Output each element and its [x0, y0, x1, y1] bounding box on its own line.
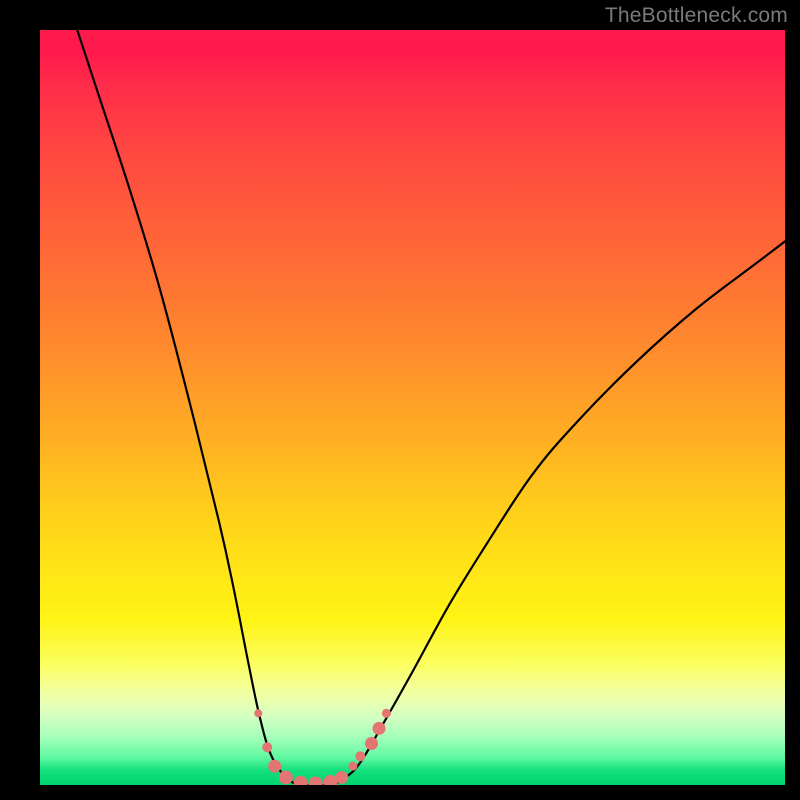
data-marker [309, 776, 323, 785]
data-marker [268, 760, 281, 773]
bottleneck-curve [77, 30, 785, 785]
data-marker [279, 770, 293, 784]
watermark-text: TheBottleneck.com [605, 4, 788, 28]
data-marker [382, 709, 391, 718]
data-marker [365, 737, 378, 750]
data-marker [335, 771, 348, 784]
data-marker [262, 742, 272, 752]
chart-frame: TheBottleneck.com [0, 0, 800, 800]
data-marker [254, 709, 262, 717]
plot-area [40, 30, 785, 785]
data-marker [348, 762, 357, 771]
data-marker [372, 722, 385, 735]
data-marker [355, 751, 365, 761]
marker-layer [254, 709, 391, 785]
curve-layer [77, 30, 785, 785]
data-marker [294, 776, 308, 785]
chart-svg [40, 30, 785, 785]
